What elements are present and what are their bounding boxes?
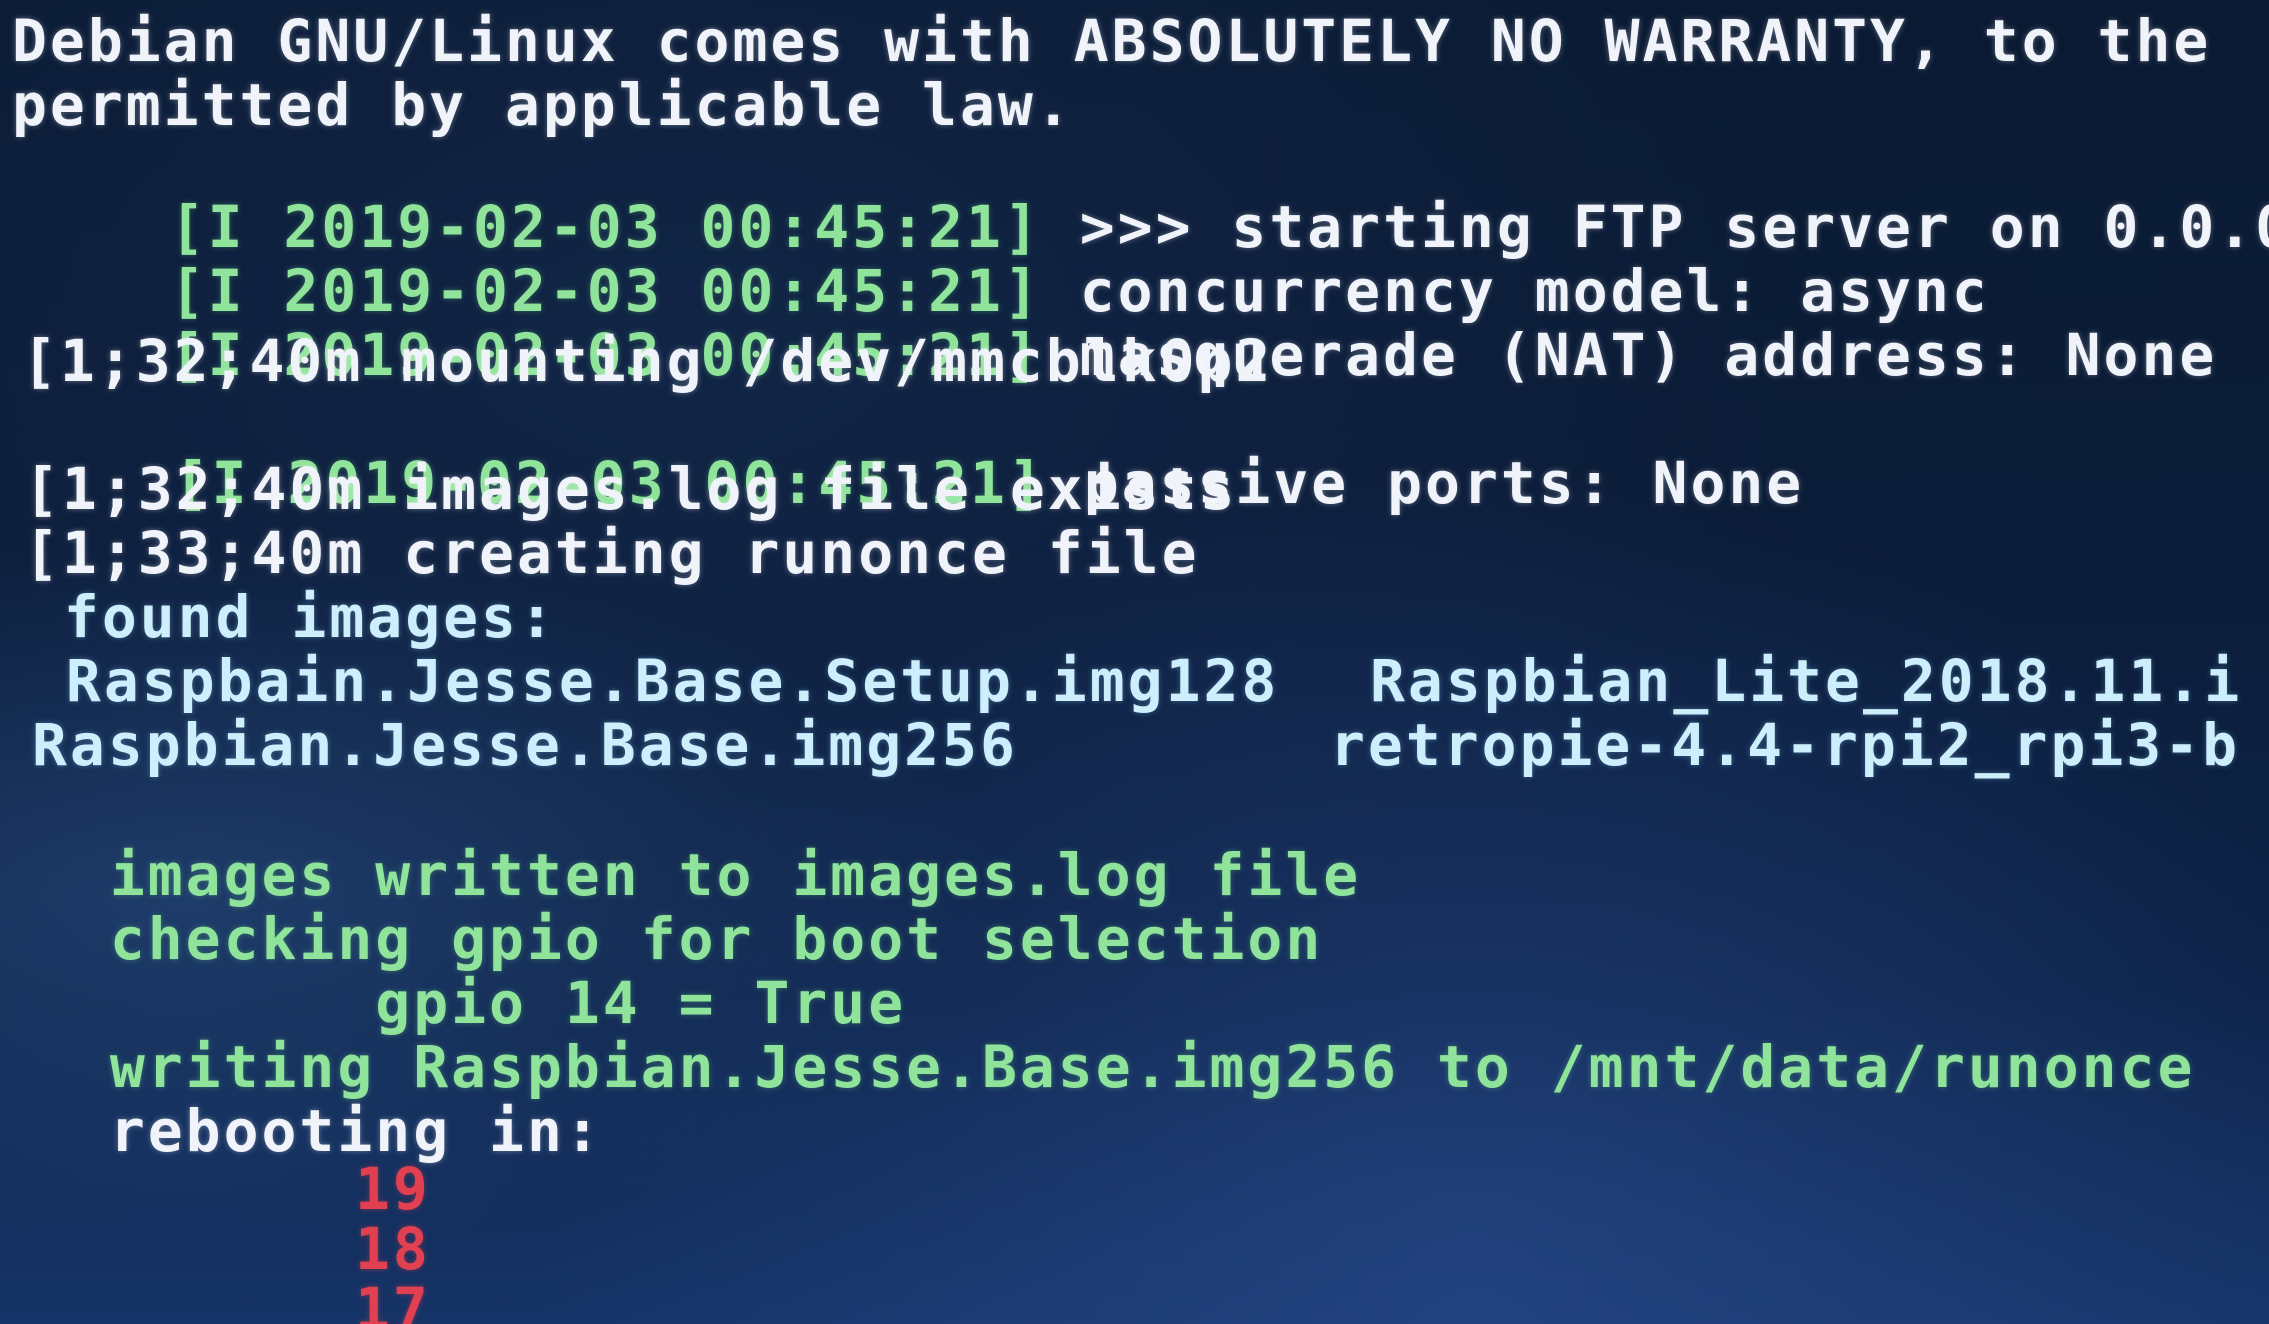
countdown-value: 19 bbox=[355, 1155, 431, 1223]
image-entry-raspbain-setup: Raspbain.Jesse.Base.Setup.img128 bbox=[28, 647, 1280, 715]
countdown-value: 18 bbox=[355, 1215, 431, 1283]
writing-runonce-line: writing Raspbian.Jesse.Base.img256 to /m… bbox=[34, 1033, 2196, 1101]
gpio-result-line: gpio 14 = True bbox=[34, 969, 907, 1037]
log-line-mounting: [1;32;40m mounting /dev/mmcblk0p2 bbox=[22, 327, 1274, 395]
warranty-line-1: Debian GNU/Linux comes with ABSOLUTELY N… bbox=[12, 7, 2212, 75]
log-line-images-log-exists: [1;32;40m images.log file exists bbox=[24, 455, 1238, 523]
found-images-label: found images: bbox=[26, 583, 557, 651]
warranty-line-2: permitted by applicable law. bbox=[12, 71, 1074, 139]
image-entry-raspbian-lite: Raspbian_Lite_2018.11.i bbox=[1370, 647, 2243, 715]
image-entry-raspbian-base: Raspbian.Jesse.Base.img256 bbox=[32, 711, 1018, 779]
rebooting-label: rebooting in: bbox=[34, 1097, 603, 1165]
checking-gpio-line: checking gpio for boot selection bbox=[34, 905, 1324, 973]
images-written-line: images written to images.log file bbox=[34, 841, 1362, 909]
image-entry-retropie: retropie-4.4-rpi2_rpi3-b bbox=[1330, 711, 2241, 779]
log-line-creating-runonce: [1;33;40m creating runonce file bbox=[24, 519, 1200, 587]
countdown-value: 17 bbox=[355, 1275, 431, 1324]
terminal-screen: Debian GNU/Linux comes with ABSOLUTELY N… bbox=[0, 0, 2269, 1324]
